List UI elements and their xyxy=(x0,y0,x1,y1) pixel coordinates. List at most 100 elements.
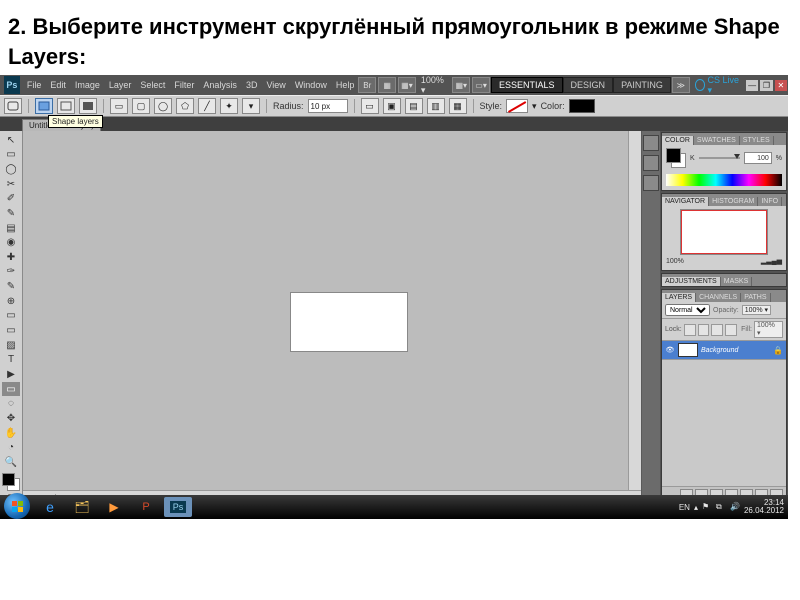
taskbar-photoshop[interactable]: Ps xyxy=(164,497,192,517)
pen-tool[interactable]: ▨ xyxy=(2,338,20,352)
crop-tool[interactable]: ✐ xyxy=(2,192,20,206)
tab-info[interactable]: INFO xyxy=(758,197,782,206)
tab-color[interactable]: COLOR xyxy=(662,136,694,145)
zoom-tool[interactable]: 🔍 xyxy=(2,455,20,469)
tray-volume-icon[interactable]: 🔊 xyxy=(730,502,740,512)
arrange-documents-button[interactable]: ▦▾ xyxy=(452,77,470,93)
menu-window[interactable]: Window xyxy=(292,78,330,92)
blur-tool[interactable]: ▭ xyxy=(2,309,20,323)
marquee-tool[interactable]: ▭ xyxy=(2,148,20,162)
tray-network-icon[interactable]: ⧉ xyxy=(716,502,726,512)
fill-pixels-mode-button[interactable] xyxy=(79,98,97,114)
path-select-tool[interactable]: ▶ xyxy=(2,368,20,382)
tab-layers[interactable]: LAYERS xyxy=(662,293,696,302)
layer-row-background[interactable]: 👁 Background 🔒 xyxy=(662,341,786,360)
menu-analysis[interactable]: Analysis xyxy=(200,78,240,92)
doc-minimize-button[interactable]: — xyxy=(746,80,758,91)
foreground-color[interactable] xyxy=(2,473,15,486)
tab-histogram[interactable]: HISTOGRAM xyxy=(709,197,758,206)
menu-file[interactable]: File xyxy=(24,78,45,92)
tray-clock[interactable]: 23:14 26.04.2012 xyxy=(744,499,784,516)
eyedropper-tool[interactable]: ✎ xyxy=(2,207,20,221)
tray-language[interactable]: EN xyxy=(679,503,690,512)
path-op-custom-button[interactable]: ✦ xyxy=(220,98,238,114)
opacity-field[interactable]: 100% ▾ xyxy=(742,305,771,315)
brush-tool[interactable]: ◉ xyxy=(2,236,20,250)
dock-icon-3[interactable] xyxy=(643,175,659,191)
workspace-painting[interactable]: PAINTING xyxy=(613,77,671,93)
taskbar-powerpoint[interactable]: P xyxy=(132,497,160,517)
k-value[interactable]: 100 xyxy=(744,152,772,164)
path-op-rect-button[interactable]: ▭ xyxy=(110,98,128,114)
type-tool[interactable]: T xyxy=(2,353,20,367)
workspace-design[interactable]: DESIGN xyxy=(563,77,614,93)
dock-icon-2[interactable] xyxy=(643,155,659,171)
k-slider[interactable] xyxy=(699,157,740,159)
tab-swatches[interactable]: SWATCHES xyxy=(694,136,740,145)
dock-icon-1[interactable] xyxy=(643,135,659,151)
cslive-button[interactable]: CS Live ▾ xyxy=(695,75,741,96)
lock-all-button[interactable] xyxy=(725,324,737,336)
menu-filter[interactable]: Filter xyxy=(171,78,197,92)
tab-adjustments[interactable]: ADJUSTMENTS xyxy=(662,277,721,286)
tab-navigator[interactable]: NAVIGATOR xyxy=(662,197,709,206)
menu-edit[interactable]: Edit xyxy=(47,78,69,92)
taskbar-ie[interactable]: e xyxy=(36,497,64,517)
combine-new-button[interactable]: ▭ xyxy=(361,98,379,114)
document-canvas[interactable] xyxy=(291,293,407,351)
lock-position-button[interactable] xyxy=(711,324,723,336)
tab-styles[interactable]: STYLES xyxy=(740,136,774,145)
eraser-tool[interactable]: ✎ xyxy=(2,280,20,294)
rotate-view-tool[interactable]: ◔ xyxy=(2,441,20,455)
history-brush-tool[interactable]: ✑ xyxy=(2,265,20,279)
style-dropdown[interactable] xyxy=(506,99,528,113)
move-tool[interactable]: ↖ xyxy=(2,133,20,147)
rounded-rectangle-tool[interactable]: ▭ xyxy=(2,382,20,396)
zoom-level[interactable]: 100% ▾ xyxy=(417,75,451,96)
combine-exclude-button[interactable]: ▦ xyxy=(449,98,467,114)
combine-add-button[interactable]: ▣ xyxy=(383,98,401,114)
tab-masks[interactable]: MASKS xyxy=(721,277,753,286)
combine-intersect-button[interactable]: ▥ xyxy=(427,98,445,114)
lock-pixels-button[interactable] xyxy=(698,324,710,336)
radius-input[interactable]: 10 px xyxy=(308,99,348,113)
workspace-more-button[interactable]: ≫ xyxy=(672,77,690,93)
vertical-scrollbar[interactable] xyxy=(628,131,641,491)
paths-mode-button[interactable] xyxy=(57,98,75,114)
lock-transparent-button[interactable] xyxy=(684,324,696,336)
menu-3d[interactable]: 3D xyxy=(243,78,261,92)
doc-close-button[interactable]: ✕ xyxy=(775,80,787,91)
fill-field[interactable]: 100% ▾ xyxy=(754,321,783,338)
blend-mode-select[interactable]: Normal xyxy=(665,304,710,316)
menu-help[interactable]: Help xyxy=(333,78,358,92)
foreground-background-swatch[interactable] xyxy=(2,473,20,491)
menu-image[interactable]: Image xyxy=(72,78,103,92)
tab-channels[interactable]: CHANNELS xyxy=(696,293,741,302)
canvas-area[interactable]: 100% Doc: 19,5K/0 bytes ▸ xyxy=(23,131,642,505)
screen-mode-button[interactable]: ▭▾ xyxy=(472,77,490,93)
lasso-tool[interactable]: ◯ xyxy=(2,163,20,177)
tray-flag-icon[interactable]: ⚑ xyxy=(702,502,712,512)
layer-thumbnail[interactable] xyxy=(678,343,698,357)
tray-show-hidden-icon[interactable]: ▴ xyxy=(694,503,698,512)
gradient-tool[interactable]: ⊕ xyxy=(2,294,20,308)
launch-minibridge-button[interactable]: ▦ xyxy=(378,77,396,93)
tool-preset-dropdown[interactable] xyxy=(4,98,22,114)
shape-layers-mode-button[interactable] xyxy=(35,98,53,114)
geometry-dropdown[interactable]: ▾ xyxy=(242,98,260,114)
tab-paths[interactable]: PATHS xyxy=(741,293,770,302)
path-op-line-button[interactable]: ╱ xyxy=(198,98,216,114)
dodge-tool[interactable]: ▭ xyxy=(2,324,20,338)
navigator-slider[interactable]: ▂▃▄▅ xyxy=(761,257,782,265)
path-op-ellipse-button[interactable]: ◯ xyxy=(154,98,172,114)
menu-select[interactable]: Select xyxy=(137,78,168,92)
quick-select-tool[interactable]: ✂ xyxy=(2,177,20,191)
launch-bridge-button[interactable]: Br xyxy=(358,77,376,93)
path-op-rrect-button[interactable]: ▢ xyxy=(132,98,150,114)
healing-tool[interactable]: ▤ xyxy=(2,221,20,235)
start-button[interactable] xyxy=(4,493,30,519)
taskbar-mediaplayer[interactable]: ▶ xyxy=(100,497,128,517)
layer-name[interactable]: Background xyxy=(701,347,770,354)
layer-visibility-icon[interactable]: 👁 xyxy=(665,345,675,355)
navigator-zoom[interactable]: 100% xyxy=(666,258,684,265)
